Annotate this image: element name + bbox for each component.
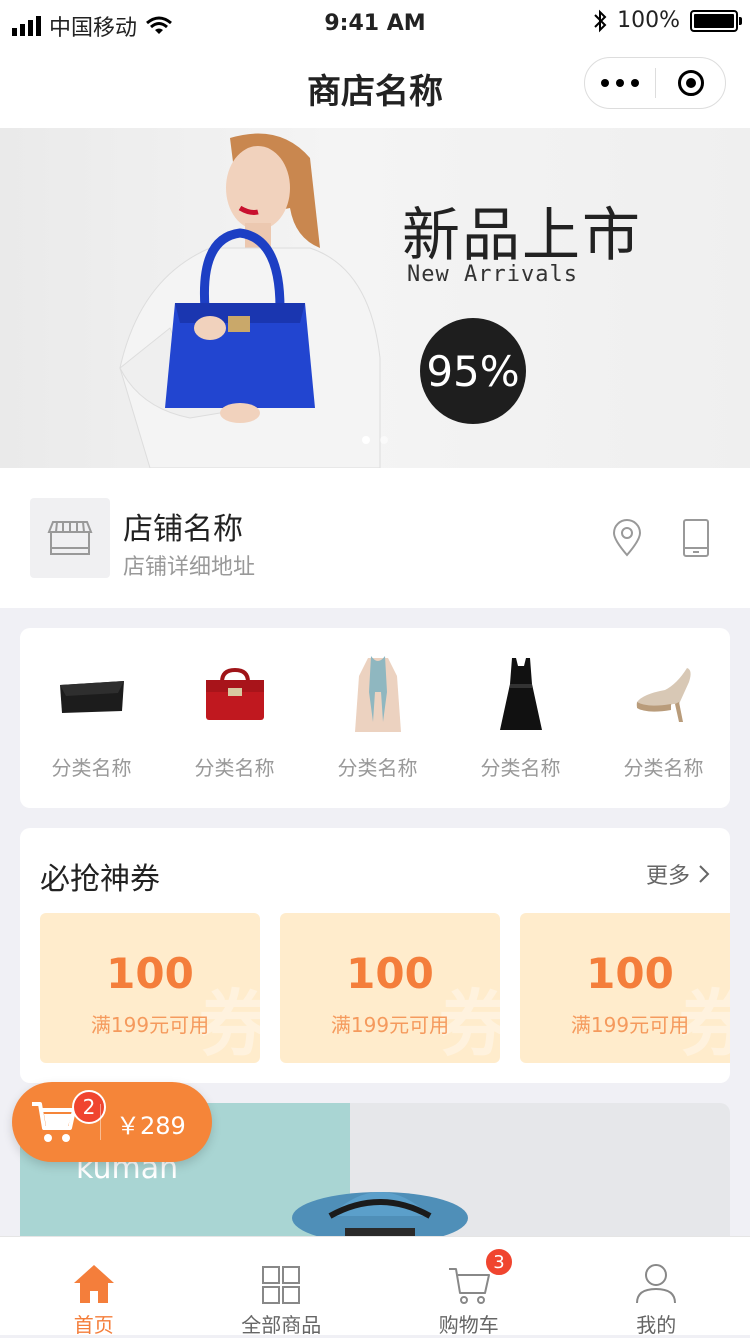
cart-badge: 3: [484, 1247, 514, 1277]
more-link[interactable]: 更多: [646, 858, 710, 890]
location-pin-icon[interactable]: [610, 518, 644, 558]
tab-bar: 首页 全部商品 购物车 3: [0, 1236, 750, 1335]
carousel-dot[interactable]: [362, 436, 370, 444]
more-button[interactable]: [585, 58, 655, 108]
coat-icon: [353, 652, 403, 736]
coupon-condition: 满199元可用: [520, 1009, 730, 1038]
status-right: 100%: [593, 8, 738, 33]
dress-icon: [498, 656, 544, 732]
store-info-card: 店铺名称 店铺详细地址: [0, 468, 750, 608]
home-icon: [72, 1263, 116, 1305]
category-item[interactable]: 分类名称: [163, 648, 306, 781]
category-label: 分类名称: [592, 752, 735, 781]
coupon-condition: 满199元可用: [40, 1009, 260, 1038]
coupon-condition: 满199元可用: [280, 1009, 500, 1038]
store-logo: [30, 498, 110, 578]
coupon-amount: 100: [40, 949, 260, 998]
more-dot-icon: [601, 79, 609, 87]
coupon-card[interactable]: 券 100 满199元可用: [280, 913, 500, 1063]
user-icon: [635, 1263, 677, 1305]
more-dot-icon: [631, 79, 639, 87]
hero-banner[interactable]: 新品上市 New Arrivals 95%: [0, 128, 750, 468]
model-with-handbag-image: [80, 128, 400, 468]
cart-divider: [100, 1104, 101, 1140]
category-item[interactable]: 分类名称: [449, 648, 592, 781]
cart-icon: [447, 1265, 491, 1305]
store-name: 店铺名称: [123, 504, 243, 548]
tab-home[interactable]: 首页: [0, 1237, 188, 1335]
clutch-bag-icon: [56, 671, 128, 717]
close-button[interactable]: [656, 70, 725, 96]
bluetooth-icon: [593, 9, 607, 33]
banner-subtitle: New Arrivals: [407, 262, 578, 287]
category-label: 分类名称: [20, 752, 163, 781]
battery-icon: [690, 10, 738, 32]
coupon-card[interactable]: 券 100 满199元可用: [520, 913, 730, 1063]
cart-total-price: ￥289: [116, 1106, 186, 1141]
category-item[interactable]: 分类名称: [592, 648, 735, 781]
category-item[interactable]: 分类名称: [20, 648, 163, 781]
store-address: 店铺详细地址: [123, 549, 255, 581]
carousel-indicator: [0, 436, 750, 444]
tab-cart[interactable]: 购物车 3: [375, 1237, 563, 1335]
category-label: 分类名称: [306, 752, 449, 781]
coupon-amount: 100: [520, 949, 730, 998]
handbag-icon: [200, 664, 270, 724]
nav-bar: 商店名称: [0, 46, 750, 128]
tab-all-products[interactable]: 全部商品: [188, 1237, 376, 1335]
mini-program-capsule: [584, 57, 726, 109]
category-label: 分类名称: [163, 752, 306, 781]
grid-icon: [261, 1265, 301, 1305]
banner-title: 新品上市: [402, 188, 642, 272]
discount-badge: 95%: [420, 318, 526, 424]
more-label: 更多: [646, 858, 690, 890]
floating-cart-button[interactable]: 2 ￥289: [12, 1082, 212, 1162]
battery-percent: 100%: [617, 8, 680, 33]
coupon-section: 必抢神券 更多 券 100 满199元可用 券 100 满199元可用 券 10…: [20, 828, 730, 1083]
coupon-card[interactable]: 券 100 满199元可用: [40, 913, 260, 1063]
more-dot-icon: [616, 79, 624, 87]
high-heel-icon: [633, 664, 695, 724]
storefront-icon: [47, 518, 93, 558]
section-title: 必抢神券: [40, 854, 160, 898]
target-close-icon: [678, 70, 704, 96]
chevron-right-icon: [698, 864, 710, 884]
phone-icon[interactable]: [682, 518, 710, 558]
model-hat-image: [290, 1178, 470, 1243]
status-bar: 中国移动 9:41 AM 100%: [0, 0, 750, 46]
carousel-dot[interactable]: [380, 436, 388, 444]
tab-profile[interactable]: 我的: [563, 1237, 750, 1335]
category-label: 分类名称: [449, 752, 592, 781]
category-grid: 分类名称 分类名称 分类名称 分类名称: [20, 628, 730, 808]
coupon-amount: 100: [280, 949, 500, 998]
category-item[interactable]: 分类名称: [306, 648, 449, 781]
